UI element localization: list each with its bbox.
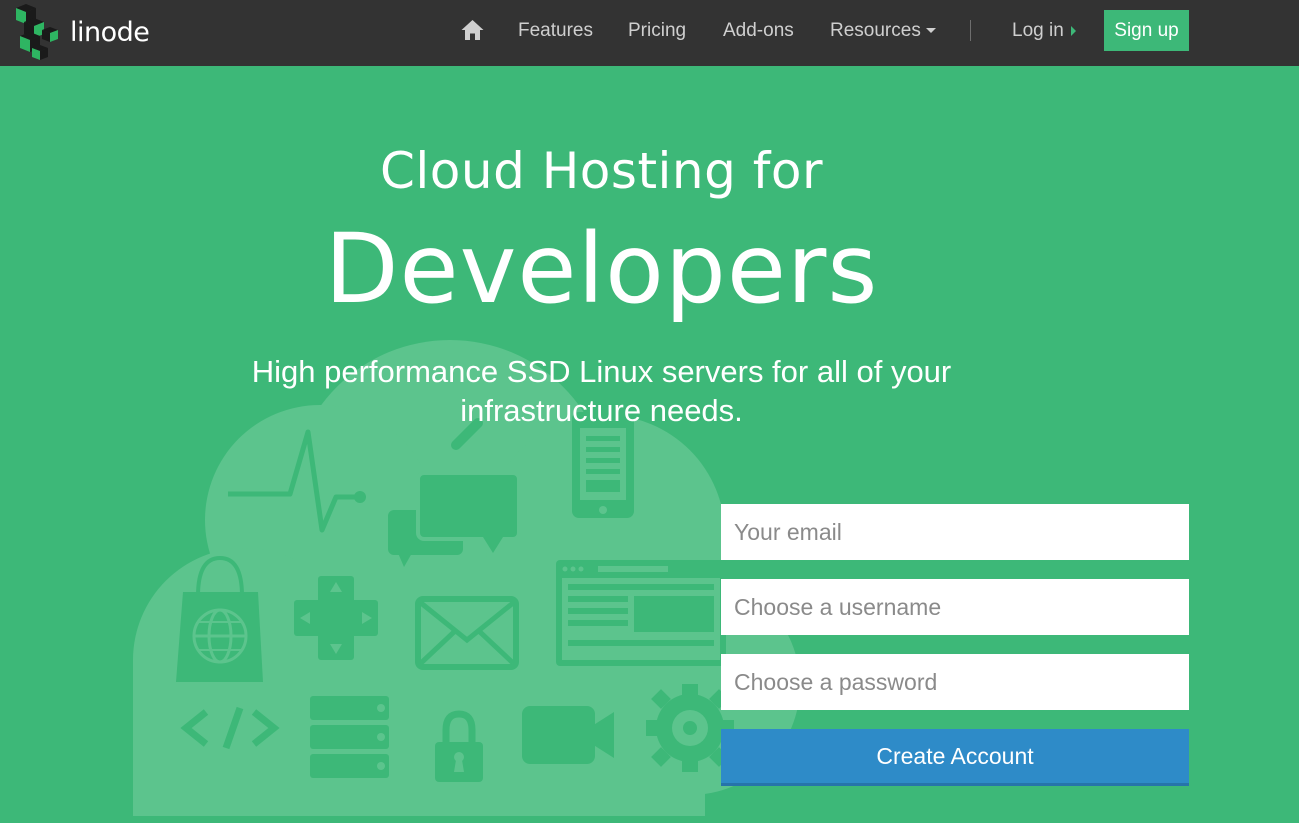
caret-down-icon <box>925 28 936 34</box>
email-field[interactable] <box>721 504 1189 560</box>
nav-resources-label: Resources <box>830 20 921 41</box>
main-nav: Features Pricing Add-ons Resources Log i… <box>0 0 1299 66</box>
signup-button[interactable]: Sign up <box>1104 10 1189 51</box>
nav-divider <box>970 20 971 41</box>
username-field[interactable] <box>721 579 1189 635</box>
signup-form: Create Account <box>721 504 1189 786</box>
login-label: Log in <box>1012 20 1064 41</box>
password-field[interactable] <box>721 654 1189 710</box>
nav-pricing[interactable]: Pricing <box>628 0 686 62</box>
nav-resources[interactable]: Resources <box>830 0 936 62</box>
hero-tagline: High performance SSD Linux servers for a… <box>251 354 952 428</box>
top-navbar: linode Features Pricing Add-ons Resource… <box>0 0 1299 66</box>
server-icon <box>310 696 389 778</box>
create-account-button[interactable]: Create Account <box>721 729 1189 786</box>
nav-features[interactable]: Features <box>518 0 593 62</box>
arrow-right-icon <box>1070 25 1076 36</box>
nav-addons[interactable]: Add-ons <box>723 0 794 62</box>
hero-title-line1: Cloud Hosting for <box>379 142 824 200</box>
hero-title-line2: Developers <box>324 213 879 325</box>
home-icon[interactable] <box>461 19 484 41</box>
browser-icon <box>556 560 726 666</box>
login-link[interactable]: Log in <box>1012 0 1076 62</box>
